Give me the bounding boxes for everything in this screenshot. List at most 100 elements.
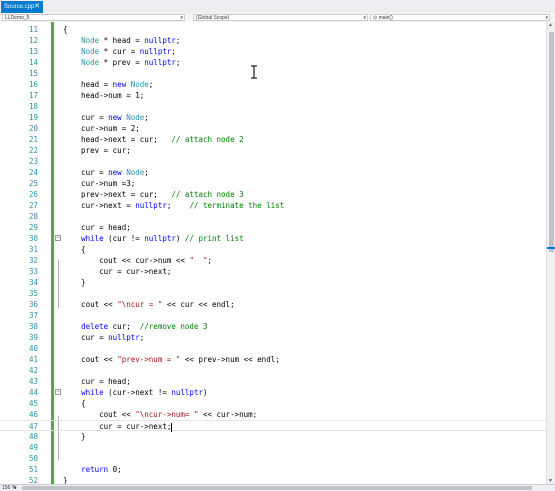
code-line[interactable]: 35 bbox=[0, 288, 548, 299]
code-line[interactable]: 25 cur->num =3; bbox=[0, 178, 548, 189]
code-line[interactable]: 22 prev = cur; bbox=[0, 145, 548, 156]
code-line[interactable]: 24 cur = new Node; bbox=[0, 167, 548, 178]
code-line[interactable]: 16 head = new Node; bbox=[0, 79, 548, 90]
scroll-up-icon[interactable]: ▲ bbox=[548, 22, 553, 28]
line-number: 30 bbox=[28, 234, 38, 243]
code-token: ; bbox=[148, 80, 154, 89]
line-number: 12 bbox=[28, 36, 38, 45]
code-line[interactable]: 21 head->next = cur; // attach node 2 bbox=[0, 134, 548, 145]
code-token: cur = head; bbox=[63, 377, 131, 386]
line-number: 20 bbox=[28, 124, 38, 133]
code-text: Node * cur = nullptr; bbox=[63, 46, 176, 57]
code-line[interactable]: 26 prev->next = cur; // attach node 3 bbox=[0, 189, 548, 200]
code-type: Node bbox=[81, 36, 100, 45]
code-text: cout << "\ncur->num= " << cur->num; bbox=[63, 409, 257, 420]
code-line[interactable]: 32 cout << cur->num << " "; bbox=[0, 255, 548, 266]
code-token: } bbox=[63, 432, 86, 441]
line-number: 18 bbox=[28, 102, 38, 111]
project-dropdown[interactable]: LLDemo_5 ▾ bbox=[2, 14, 185, 21]
collapse-icon[interactable]: − bbox=[55, 389, 61, 395]
code-keyword: new bbox=[112, 80, 127, 89]
member-label: main() bbox=[378, 15, 393, 21]
line-number: 40 bbox=[28, 344, 38, 353]
tab-close-icon[interactable]: ✕ bbox=[34, 1, 40, 13]
code-line[interactable]: 46 cout << "\ncur->num= " << cur->num; bbox=[0, 409, 548, 420]
code-text: cur = cur->next; bbox=[63, 266, 171, 277]
code-line[interactable]: 44 − while (cur->next != nullptr) bbox=[0, 387, 548, 398]
code-line[interactable]: 43 cur = head; bbox=[0, 376, 548, 387]
vertical-scrollbar[interactable]: ▲ ▼ bbox=[546, 22, 555, 484]
line-number: 39 bbox=[28, 333, 38, 342]
code-token: ; bbox=[144, 168, 149, 177]
horizontal-scrollbar-thumb[interactable] bbox=[22, 486, 532, 490]
code-text: cur = new Node; bbox=[63, 112, 149, 123]
code-line[interactable]: 39 cur = nullptr; bbox=[0, 332, 548, 343]
code-token: ; bbox=[144, 113, 149, 122]
code-line[interactable]: 50 bbox=[0, 453, 548, 464]
code-line[interactable]: 31 { bbox=[0, 244, 548, 255]
code-line[interactable]: 17 head->num = 1; bbox=[0, 90, 548, 101]
code-line[interactable]: 15 bbox=[0, 68, 548, 79]
code-token: * prev = bbox=[99, 58, 145, 67]
code-line[interactable]: 14 Node * prev = nullptr; bbox=[0, 57, 548, 68]
code-line[interactable]: 36 cout << "\ncur = " << cur << endl; bbox=[0, 299, 548, 310]
code-line[interactable]: 23 bbox=[0, 156, 548, 167]
code-type: Node bbox=[126, 168, 145, 177]
code-keyword: while bbox=[81, 388, 104, 397]
line-number: 27 bbox=[28, 201, 38, 210]
code-line[interactable]: 47 cur = cur->next; bbox=[0, 420, 548, 432]
code-line[interactable]: 37 bbox=[0, 310, 548, 321]
collapse-icon[interactable]: − bbox=[55, 235, 61, 241]
code-keyword: return bbox=[81, 465, 109, 474]
member-dropdown[interactable]: ⊙ main() ▾ bbox=[370, 14, 550, 21]
code-text: cur = head; bbox=[63, 376, 131, 387]
line-number: 29 bbox=[28, 223, 38, 232]
line-number: 13 bbox=[28, 47, 38, 56]
code-line[interactable]: 18 bbox=[0, 101, 548, 112]
code-line[interactable]: 49 bbox=[0, 442, 548, 453]
code-line[interactable]: 34 } bbox=[0, 277, 548, 288]
code-text: cur->next = nullptr; // terminate the li… bbox=[63, 200, 284, 211]
line-number: 22 bbox=[28, 146, 38, 155]
code-token: ; bbox=[207, 256, 213, 265]
code-line[interactable]: 33 cur = cur->next; bbox=[0, 266, 548, 277]
code-line[interactable]: 38 delete cur; //remove node 3 bbox=[0, 321, 548, 332]
scope-label: (Global Scope) bbox=[196, 15, 230, 21]
code-line[interactable]: 48 } bbox=[0, 431, 548, 442]
code-text: { bbox=[63, 24, 68, 35]
code-line[interactable]: 13 Node * cur = nullptr; bbox=[0, 46, 548, 57]
code-token: cur = bbox=[63, 333, 109, 342]
code-line[interactable]: 41 cout << "prev->num = " << prev->num <… bbox=[0, 354, 548, 365]
code-line[interactable]: 51 return 0; bbox=[0, 464, 548, 475]
line-number: 24 bbox=[28, 168, 38, 177]
code-line[interactable]: 28 bbox=[0, 211, 548, 222]
code-line[interactable]: 42 bbox=[0, 365, 548, 376]
code-line[interactable]: 20 cur->num = 2; bbox=[0, 123, 548, 134]
code-line[interactable]: 27 cur->next = nullptr; // terminate the… bbox=[0, 200, 548, 211]
code-line[interactable]: 29 cur = head; bbox=[0, 222, 548, 233]
code-editor[interactable]: 11{12 Node * head = nullptr; 13 Node * cu… bbox=[0, 22, 555, 485]
code-line[interactable]: 11 { bbox=[0, 24, 548, 35]
code-token: head->next = cur; bbox=[63, 135, 172, 144]
code-text: cout << cur->num << " "; bbox=[63, 255, 212, 266]
code-text: cout << "\ncur = " << cur << endl; bbox=[63, 299, 235, 310]
code-line[interactable]: 12 Node * head = nullptr; bbox=[0, 35, 548, 46]
line-number: 19 bbox=[28, 113, 38, 122]
code-line[interactable]: 19 cur = new Node; bbox=[0, 112, 548, 123]
scrollbar-thumb[interactable] bbox=[549, 32, 554, 252]
line-number: 32 bbox=[28, 256, 38, 265]
code-token: 0; bbox=[108, 465, 122, 474]
tab-source-cpp[interactable]: Source.cpp ✕ bbox=[1, 1, 43, 13]
code-keyword: nullptr bbox=[171, 388, 203, 397]
code-token: cur = bbox=[63, 113, 109, 122]
zoom-dropdown-icon[interactable]: ▾ bbox=[14, 485, 17, 491]
code-line[interactable]: 40 bbox=[0, 343, 548, 354]
code-text: return 0; bbox=[63, 464, 122, 475]
line-number: 45 bbox=[28, 399, 38, 408]
code-line[interactable]: 30 − while (cur != nullptr) // print list bbox=[0, 233, 548, 244]
code-text: cout << "prev->num = " << prev->num << e… bbox=[63, 354, 280, 365]
scope-dropdown[interactable]: (Global Scope) ▾ bbox=[193, 14, 368, 21]
code-line[interactable]: 45 { bbox=[0, 398, 548, 409]
